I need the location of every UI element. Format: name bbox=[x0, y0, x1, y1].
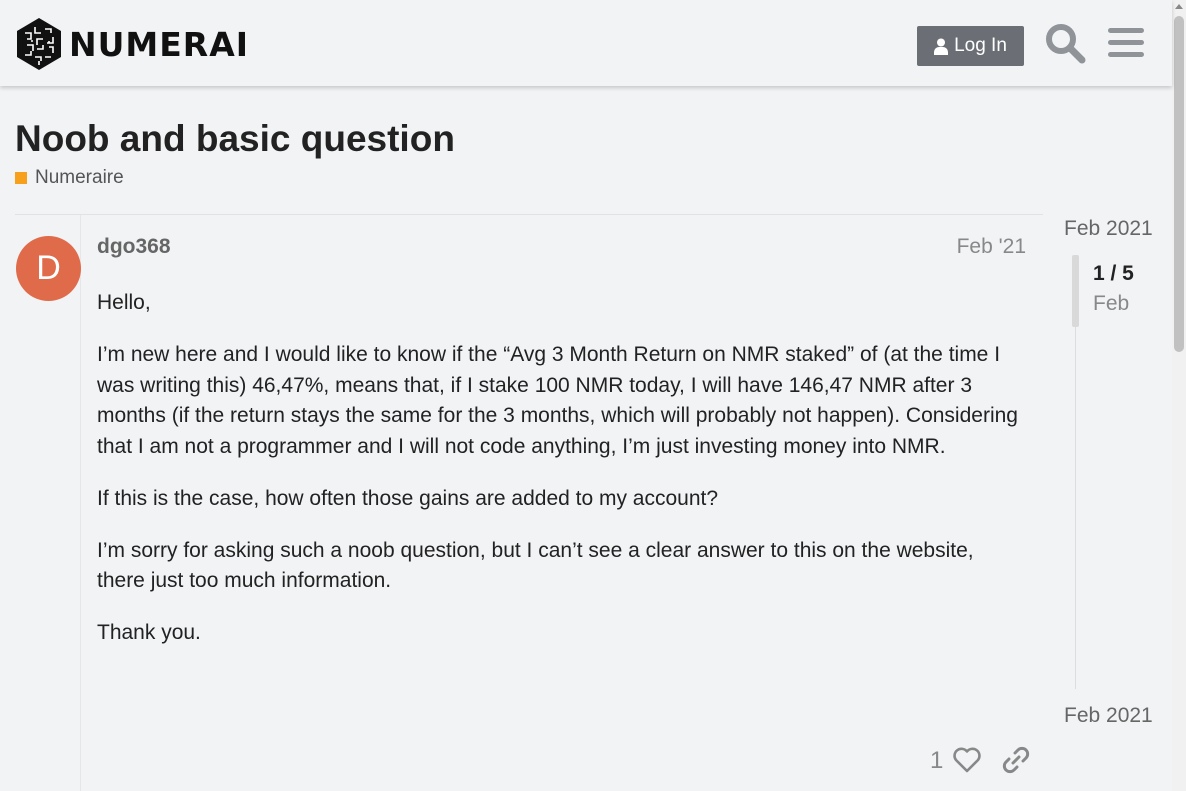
login-label: Log In bbox=[954, 35, 1007, 56]
category-color-swatch bbox=[15, 172, 27, 184]
post-paragraph: I’m new here and I would like to know if… bbox=[97, 343, 1018, 458]
hamburger-menu-icon[interactable] bbox=[1108, 27, 1144, 59]
scroll-up-arrow-icon[interactable] bbox=[1175, 4, 1183, 9]
login-button[interactable]: Log In bbox=[917, 26, 1024, 66]
post-paragraph: If this is the case, how often those gai… bbox=[97, 486, 719, 510]
numerai-logo[interactable]: NUMERAI bbox=[15, 17, 249, 71]
brand-name: NUMERAI bbox=[69, 24, 250, 64]
timeline-start-date[interactable]: Feb 2021 bbox=[1064, 217, 1153, 241]
timeline-position: 1 / 5 bbox=[1093, 262, 1134, 285]
post-username[interactable]: dgo368 bbox=[97, 235, 171, 259]
timeline-month: Feb bbox=[1093, 292, 1130, 315]
post-paragraph: Hello, bbox=[97, 291, 151, 314]
post-content: Hello, I’m new here and I would like to … bbox=[97, 288, 1027, 670]
topic-title[interactable]: Noob and basic question bbox=[15, 118, 455, 160]
timeline-end-date[interactable]: Feb 2021 bbox=[1064, 704, 1153, 728]
avatar[interactable]: D bbox=[16, 236, 81, 301]
like-count[interactable]: 1 bbox=[930, 747, 943, 775]
user-icon bbox=[934, 38, 949, 55]
avatar-letter: D bbox=[36, 249, 61, 287]
category-badge[interactable]: Numeraire bbox=[15, 167, 124, 189]
numerai-logo-icon bbox=[17, 18, 61, 70]
post-date[interactable]: Feb '21 bbox=[957, 235, 1026, 259]
post-paragraph: Thank you. bbox=[97, 621, 201, 644]
site-header: NUMERAI Log In bbox=[0, 0, 1172, 86]
link-icon[interactable] bbox=[1001, 745, 1031, 775]
post-paragraph: I’m sorry for asking such a noob questio… bbox=[97, 538, 974, 593]
page-scrollbar[interactable] bbox=[1172, 0, 1186, 791]
heart-icon[interactable] bbox=[952, 745, 982, 775]
scroll-thumb[interactable] bbox=[1174, 16, 1184, 352]
category-name: Numeraire bbox=[35, 167, 124, 188]
timeline-handle[interactable] bbox=[1072, 255, 1079, 327]
search-icon[interactable] bbox=[1044, 22, 1086, 64]
